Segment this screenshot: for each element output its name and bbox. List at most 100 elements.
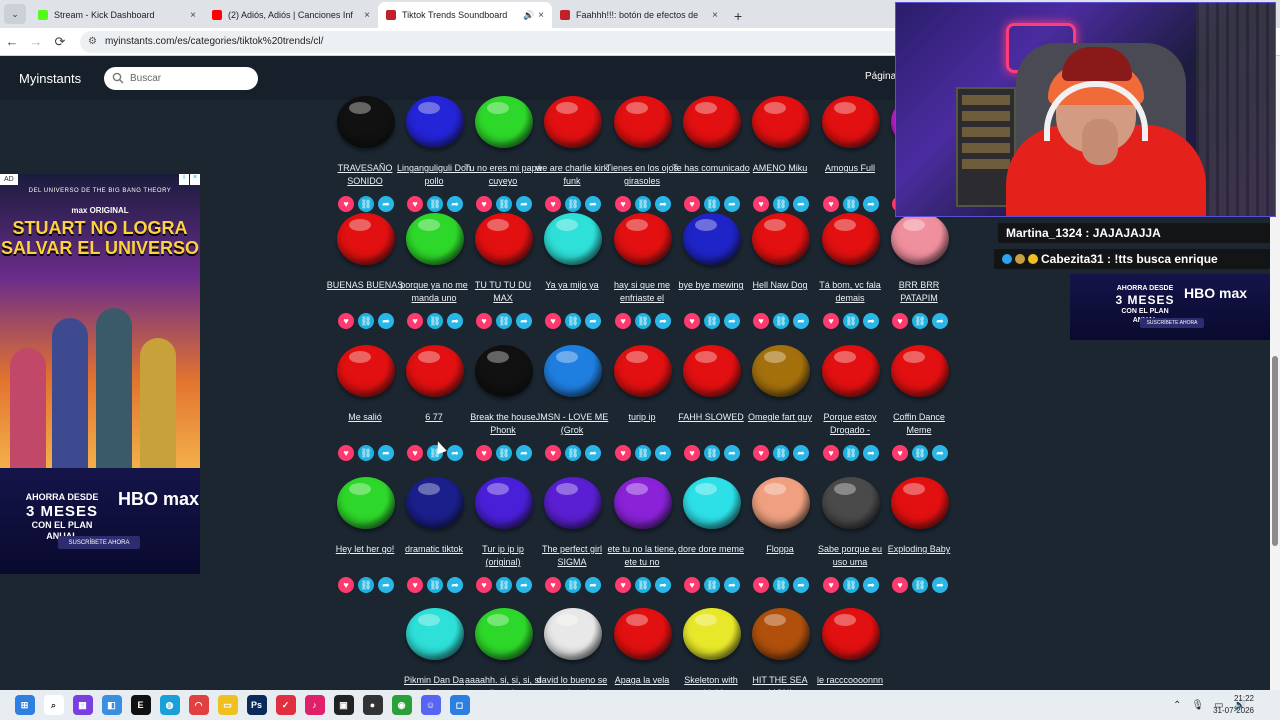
sound-link[interactable]: turip ip xyxy=(603,411,681,424)
share-icon[interactable]: ➦ xyxy=(793,445,809,461)
heart-icon[interactable]: ♥ xyxy=(684,196,700,212)
play-sound-button[interactable] xyxy=(406,477,464,529)
share-icon[interactable]: ➦ xyxy=(516,445,532,461)
heart-icon[interactable]: ♥ xyxy=(407,313,423,329)
photoshop-icon[interactable]: Ps xyxy=(246,695,267,715)
play-sound-button[interactable] xyxy=(683,213,741,265)
play-sound-button[interactable] xyxy=(614,608,672,660)
share-icon[interactable]: ➦ xyxy=(378,445,394,461)
heart-icon[interactable]: ♥ xyxy=(753,445,769,461)
heart-icon[interactable]: ♥ xyxy=(338,577,354,593)
link-icon[interactable]: ⛓ xyxy=(427,313,443,329)
heart-icon[interactable]: ♥ xyxy=(338,313,354,329)
sound-link[interactable]: The perfect girl SIGMA xyxy=(533,543,611,569)
heart-icon[interactable]: ♥ xyxy=(545,196,561,212)
play-sound-button[interactable] xyxy=(752,477,810,529)
sound-link[interactable]: BUENAS BUENAS xyxy=(326,279,404,292)
heart-icon[interactable]: ♥ xyxy=(823,196,839,212)
play-sound-button[interactable] xyxy=(752,213,810,265)
system-clock[interactable]: 21:22 31-07-2026 xyxy=(1213,693,1254,717)
heart-icon[interactable]: ♥ xyxy=(615,577,631,593)
link-icon[interactable]: ⛓ xyxy=(496,577,512,593)
play-sound-button[interactable] xyxy=(614,213,672,265)
browser-tab[interactable]: Tiktok Trends Soundboard 🔊 × xyxy=(378,2,552,28)
share-icon[interactable]: ➦ xyxy=(585,313,601,329)
share-icon[interactable]: ➦ xyxy=(447,445,463,461)
sound-link[interactable]: dore dore meme xyxy=(672,543,750,556)
share-icon[interactable]: ➦ xyxy=(516,313,532,329)
link-icon[interactable]: ⛓ xyxy=(912,313,928,329)
share-icon[interactable]: ➦ xyxy=(793,313,809,329)
sound-link[interactable]: Pikmin Dan Da Dan xyxy=(395,674,473,690)
app-icon[interactable]: ● xyxy=(362,695,383,715)
play-sound-button[interactable] xyxy=(891,213,949,265)
play-sound-button[interactable] xyxy=(475,608,533,660)
play-sound-button[interactable] xyxy=(544,345,602,397)
heart-icon[interactable]: ♥ xyxy=(338,196,354,212)
play-sound-button[interactable] xyxy=(544,477,602,529)
heart-icon[interactable]: ♥ xyxy=(823,577,839,593)
share-icon[interactable]: ➦ xyxy=(585,445,601,461)
browser-tab[interactable]: Stream - Kick Dashboard × xyxy=(30,2,204,28)
play-sound-button[interactable] xyxy=(544,213,602,265)
sound-link[interactable]: Skeleton with shield xyxy=(672,674,750,690)
link-icon[interactable]: ⛓ xyxy=(565,313,581,329)
site-logo[interactable]: Myinstants xyxy=(19,71,104,86)
link-icon[interactable]: ⛓ xyxy=(427,196,443,212)
link-icon[interactable]: ⛓ xyxy=(496,445,512,461)
heart-icon[interactable]: ♥ xyxy=(338,445,354,461)
sound-link[interactable]: Te has comunicado xyxy=(672,162,750,175)
play-sound-button[interactable] xyxy=(752,96,810,148)
play-sound-button[interactable] xyxy=(337,345,395,397)
link-icon[interactable]: ⛓ xyxy=(704,577,720,593)
play-sound-button[interactable] xyxy=(544,96,602,148)
sound-link[interactable]: Tur ip ip ip (original) xyxy=(464,543,542,569)
tiktok-icon[interactable]: ♪ xyxy=(304,695,325,715)
sound-link[interactable]: TU TU TU DU MAX xyxy=(464,279,542,305)
heart-icon[interactable]: ♥ xyxy=(476,313,492,329)
heart-icon[interactable]: ♥ xyxy=(407,445,423,461)
play-sound-button[interactable] xyxy=(614,345,672,397)
link-icon[interactable]: ⛓ xyxy=(496,196,512,212)
share-icon[interactable]: ➦ xyxy=(863,577,879,593)
sound-link[interactable]: 6 77 xyxy=(395,411,473,424)
play-sound-button[interactable] xyxy=(406,345,464,397)
store-icon[interactable]: ◧ xyxy=(101,695,122,715)
heart-icon[interactable]: ♥ xyxy=(753,577,769,593)
forward-button[interactable]: → xyxy=(24,34,48,49)
link-icon[interactable]: ⛓ xyxy=(635,313,651,329)
close-tab-icon[interactable]: × xyxy=(538,10,544,21)
link-icon[interactable]: ⛓ xyxy=(704,313,720,329)
share-icon[interactable]: ➦ xyxy=(378,313,394,329)
heart-icon[interactable]: ♥ xyxy=(684,313,700,329)
play-sound-button[interactable] xyxy=(822,345,880,397)
link-icon[interactable]: ⛓ xyxy=(565,196,581,212)
share-icon[interactable]: ➦ xyxy=(724,577,740,593)
file-explorer-icon[interactable]: ▭ xyxy=(217,695,238,715)
play-sound-button[interactable] xyxy=(614,477,672,529)
share-icon[interactable]: ➦ xyxy=(724,196,740,212)
scrollbar-thumb[interactable] xyxy=(1272,356,1278,546)
epic-games-icon[interactable]: E xyxy=(130,695,151,715)
heart-icon[interactable]: ♥ xyxy=(684,445,700,461)
play-sound-button[interactable] xyxy=(683,96,741,148)
headphones-app-icon[interactable]: ◠ xyxy=(188,695,209,715)
play-sound-button[interactable] xyxy=(475,213,533,265)
link-icon[interactable]: ⛓ xyxy=(704,445,720,461)
link-icon[interactable]: ⛓ xyxy=(843,313,859,329)
app-icon[interactable]: ◍ xyxy=(159,695,180,715)
sound-link[interactable]: Break the house Phonk xyxy=(464,411,542,437)
play-sound-button[interactable] xyxy=(337,477,395,529)
link-icon[interactable]: ⛓ xyxy=(635,196,651,212)
sound-link[interactable]: Hey let her go! xyxy=(326,543,404,556)
heart-icon[interactable]: ♥ xyxy=(545,577,561,593)
heart-icon[interactable]: ♥ xyxy=(545,313,561,329)
app-icon[interactable]: ◻ xyxy=(449,695,470,715)
link-icon[interactable]: ⛓ xyxy=(496,313,512,329)
app-icon[interactable]: ✓ xyxy=(275,695,296,715)
header-nav-link[interactable]: Página xyxy=(865,71,896,82)
sound-link[interactable]: Amogus Full xyxy=(811,162,889,175)
microphone-icon[interactable]: 🎙 xyxy=(1191,700,1204,711)
play-sound-button[interactable] xyxy=(337,96,395,148)
share-icon[interactable]: ➦ xyxy=(516,196,532,212)
